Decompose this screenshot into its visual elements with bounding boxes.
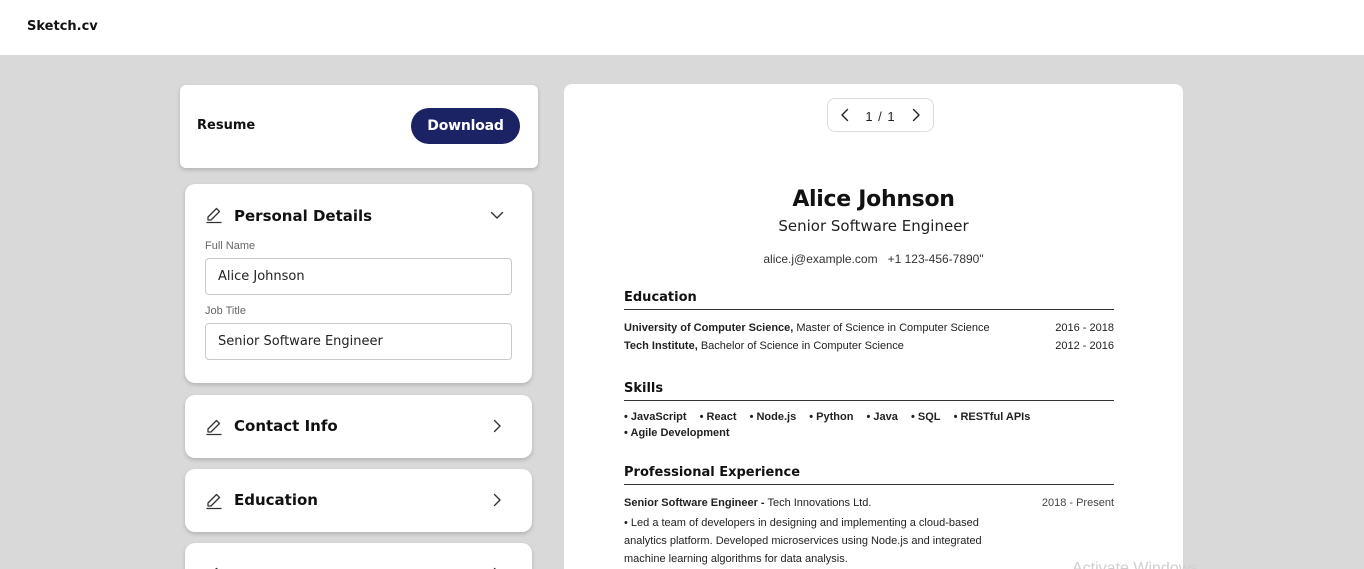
section-title: Personal Details [234,207,373,225]
skill-item: • React [699,411,737,423]
personal-details-card: Personal Details Full Name Job Title [185,184,532,383]
education-institution: University of Computer Science, [624,322,794,334]
skill-item: • JavaScript [624,411,687,423]
section-title: Contact Info [234,417,338,435]
job-title-label: Job Title [205,305,246,317]
job-title-input[interactable] [205,323,512,360]
resume-header-card: Resume Download [180,85,538,168]
resume-section-heading: Education [624,290,1114,310]
download-button[interactable]: Download [411,108,520,144]
education-card[interactable]: Education [185,469,532,532]
experience-description: • Led a team of developers in designing … [624,517,982,565]
chevron-right-icon[interactable] [490,419,504,433]
os-activation-watermark: Activate Windows [1072,560,1199,569]
education-entry: University of Computer Science, Master o… [624,322,1114,334]
chevron-down-icon[interactable] [490,208,504,222]
brand-logo[interactable]: Sketch.cv [27,19,98,34]
resume-email: alice.j@example.com [763,252,878,266]
section-title: Education [234,491,318,509]
contact-info-card[interactable]: Contact Info [185,395,532,458]
resume-phone: +1 123-456-7890" [887,252,984,266]
full-name-label: Full Name [205,240,256,252]
skill-item: • Node.js [749,411,797,423]
resume-label: Resume [197,118,256,133]
top-bar: Sketch.cv [0,0,1364,55]
resume-section-heading: Professional Experience [624,465,1114,485]
pencil-icon [206,419,222,436]
experience-dates: 2018 - Present [1041,497,1114,509]
skill-item: • Java [866,411,898,423]
education-dates: 2016 - 2018 [1055,322,1114,334]
resume-name: Alice Johnson [792,187,955,212]
resume-preview: 1 / 1 Alice Johnson Senior Software Engi… [564,84,1183,569]
skill-item: • RESTful APIs [953,411,1031,423]
education-institution: Tech Institute, [624,340,698,352]
experience-entry-header: Senior Software Engineer - Tech Innovati… [624,497,1114,509]
experience-company: Tech Innovations Ltd. [767,497,872,509]
education-entry: Tech Institute, Bachelor of Science in C… [624,340,1114,352]
education-dates: 2012 - 2016 [1055,340,1114,352]
skill-item: • SQL [910,411,941,423]
next-section-card[interactable] [185,543,532,569]
experience-role: Senior Software Engineer - [624,497,765,509]
skill-item: • Agile Development [624,427,730,439]
skill-item: • Python [809,411,854,423]
chevron-right-icon[interactable] [490,493,504,507]
resume-section-heading: Skills [624,381,1114,401]
skills-list: • JavaScript • React • Node.js • Python … [624,409,1114,441]
pencil-icon [206,207,222,224]
education-degree: Bachelor of Science in Computer Science [700,340,904,352]
page-navigator: 1 / 1 [827,98,934,132]
personal-details-header[interactable]: Personal Details [185,184,532,244]
resume-job-title: Senior Software Engineer [778,217,969,235]
chevron-right-icon[interactable] [909,108,923,122]
education-degree: Master of Science in Computer Science [796,322,990,334]
full-name-input[interactable] [205,258,512,295]
pencil-icon [206,493,222,510]
resume-contact-line: alice.j@example.com +1 123-456-7890" [564,252,1183,266]
